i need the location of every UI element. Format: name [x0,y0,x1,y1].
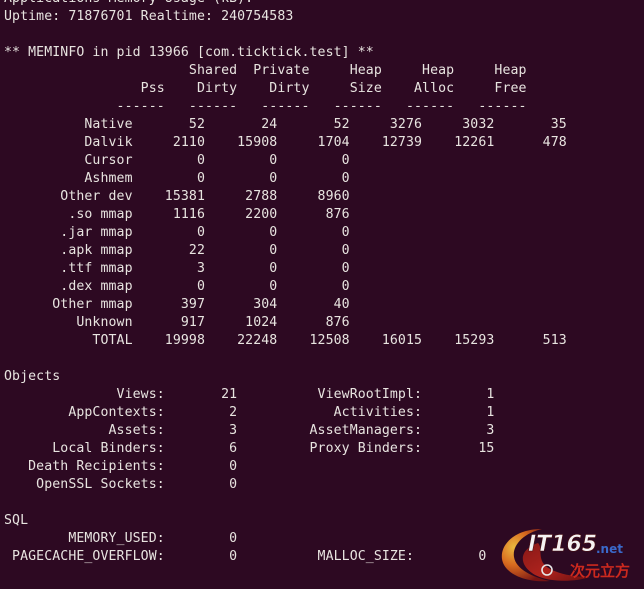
objects-row: Views: 21 ViewRootImpl: 1 [4,387,495,402]
sql-row: PAGECACHE_OVERFLOW: 0 MALLOC_SIZE: 0 [4,549,487,564]
table-row: Native 52 24 52 3276 3032 35 [4,117,567,132]
meminfo-header-line: ** MEMINFO in pid 13966 [com.ticktick.te… [4,45,374,60]
objects-section-title: Objects [4,369,61,384]
table-row: .so mmap 1116 2200 876 [4,207,350,222]
table-row: Other mmap 397 304 40 [4,297,350,312]
table-row: .apk mmap 22 0 0 [4,243,350,258]
table-row: Other dev 15381 2788 8960 [4,189,350,204]
table-row: .dex mmap 0 0 0 [4,279,350,294]
table-row: .ttf mmap 3 0 0 [4,261,350,276]
objects-row: Local Binders: 6 Proxy Binders: 15 [4,441,495,456]
memory-usage-title: Applications Memory Usage (kB): [0,0,644,8]
table-row: Dalvik 2110 15908 1704 12739 12261 478 [4,135,567,150]
meminfo-column-header-row-2: Pss Dirty Dirty Size Alloc Free [4,81,527,96]
uptime-line: Uptime: 71876701 Realtime: 240754583 [4,9,294,24]
table-row: Unknown 917 1024 876 [4,315,350,330]
sql-section-title: SQL [4,513,29,528]
table-row: Ashmem 0 0 0 [4,171,350,186]
terminal-output: Applications Memory Usage (kB): Uptime: … [0,0,644,566]
table-row-total: TOTAL 19998 22248 12508 16015 15293 513 [4,333,567,348]
objects-row: OpenSSL Sockets: 0 [4,477,238,492]
meminfo-header-rule: ------ ------ ------ ------ ------ -----… [4,99,527,114]
sql-row: MEMORY_USED: 0 [4,531,238,546]
table-row: .jar mmap 0 0 0 [4,225,350,240]
terminal-window: Applications Memory Usage (kB): Uptime: … [0,0,644,589]
objects-row: Assets: 3 AssetManagers: 3 [4,423,495,438]
objects-row: AppContexts: 2 Activities: 1 [4,405,495,420]
objects-row: Death Recipients: 0 [4,459,238,474]
table-row: Cursor 0 0 0 [4,153,350,168]
meminfo-column-header-row-1: Shared Private Heap Heap Heap [4,63,527,78]
